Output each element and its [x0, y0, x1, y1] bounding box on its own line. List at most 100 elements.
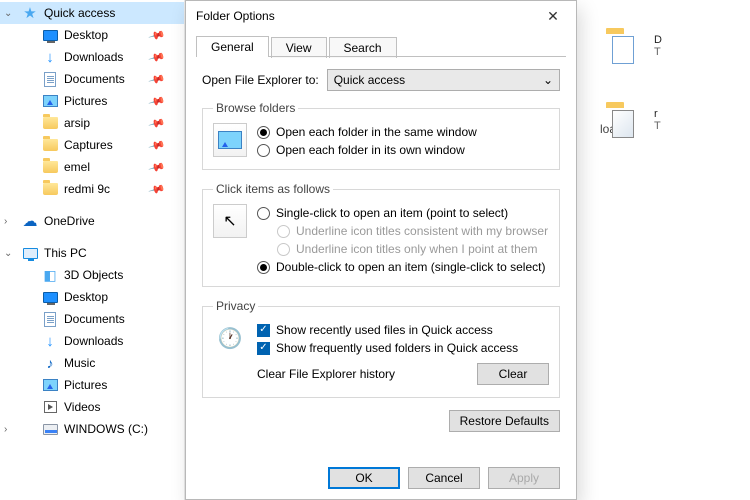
folder-card[interactable]: D T	[600, 26, 750, 82]
sidebar-label: Pictures	[64, 94, 107, 108]
ok-button[interactable]: OK	[328, 467, 400, 489]
sidebar-item-pictures-pc[interactable]: Pictures	[0, 374, 184, 396]
sidebar-item-captures[interactable]: Captures 📌	[0, 134, 184, 156]
click-icon: ↖	[213, 204, 247, 238]
radio-icon	[257, 261, 270, 274]
sidebar-label: Documents	[64, 312, 125, 326]
titlebar: Folder Options ✕	[186, 1, 576, 31]
three-d-icon: ◧	[42, 267, 58, 283]
chevron-down-icon: ⌄	[4, 248, 12, 259]
open-to-label: Open File Explorer to:	[202, 73, 319, 87]
sidebar-label: Videos	[64, 400, 100, 414]
pin-icon: 📌	[148, 26, 166, 44]
sidebar-label: Documents	[64, 72, 125, 86]
sidebar-label: Quick access	[44, 6, 115, 20]
close-icon: ✕	[547, 8, 559, 25]
chevron-down-icon: ⌄	[543, 73, 553, 87]
sidebar-item-documents-pc[interactable]: Documents	[0, 308, 184, 330]
check-recent-files[interactable]: Show recently used files in Quick access	[257, 321, 549, 339]
cancel-button[interactable]: Cancel	[408, 467, 480, 489]
cloud-icon: ☁	[22, 213, 38, 229]
privacy-legend: Privacy	[213, 299, 258, 313]
apply-button[interactable]: Apply	[488, 467, 560, 489]
close-button[interactable]: ✕	[532, 2, 574, 30]
sidebar-item-emel[interactable]: emel 📌	[0, 156, 184, 178]
sidebar-item-onedrive[interactable]: › ☁ OneDrive	[0, 210, 184, 232]
open-to-value: Quick access	[334, 73, 405, 87]
sidebar-label: emel	[64, 160, 90, 174]
sidebar-label: Desktop	[64, 28, 108, 42]
click-items-group: Click items as follows ↖ Single-click to…	[202, 182, 560, 287]
radio-single-click[interactable]: Single-click to open an item (point to s…	[257, 204, 549, 222]
pin-icon: 📌	[148, 180, 166, 198]
pin-icon: 📌	[148, 70, 166, 88]
sidebar-item-pictures[interactable]: Pictures 📌	[0, 90, 184, 112]
sidebar-item-drive-c[interactable]: › WINDOWS (C:)	[0, 418, 184, 440]
folder-options-dialog: Folder Options ✕ General View Search Ope…	[185, 0, 577, 500]
privacy-group: Privacy 🕐 Show recently used files in Qu…	[202, 299, 560, 398]
sidebar-item-music[interactable]: ♪ Music	[0, 352, 184, 374]
tab-search[interactable]: Search	[329, 37, 397, 58]
sidebar-item-desktop[interactable]: Desktop 📌	[0, 24, 184, 46]
chevron-right-icon: ›	[4, 424, 7, 435]
checkbox-icon	[257, 342, 270, 355]
folder-icon	[43, 139, 58, 151]
pin-icon: 📌	[148, 92, 166, 110]
click-legend: Click items as follows	[213, 182, 333, 196]
sidebar-label: Pictures	[64, 378, 107, 392]
radio-double-click[interactable]: Double-click to open an item (single-cli…	[257, 258, 549, 276]
sidebar-item-downloads-pc[interactable]: ↓ Downloads	[0, 330, 184, 352]
tab-view[interactable]: View	[271, 37, 327, 58]
pin-icon: 📌	[148, 114, 166, 132]
folder-icon	[43, 161, 58, 173]
radio-underline-browser: Underline icon titles consistent with my…	[257, 222, 549, 240]
music-icon: ♪	[42, 355, 58, 371]
radio-same-window[interactable]: Open each folder in the same window	[257, 123, 549, 141]
tabstrip: General View Search	[186, 31, 576, 57]
document-overlay-icon	[612, 36, 634, 64]
sidebar-item-arsip[interactable]: arsip 📌	[0, 112, 184, 134]
sidebar-item-desktop-pc[interactable]: Desktop	[0, 286, 184, 308]
sidebar-item-quick-access[interactable]: ⌄ ★ Quick access	[0, 2, 184, 24]
restore-defaults-button[interactable]: Restore Defaults	[449, 410, 560, 432]
folder-card[interactable]: r T	[600, 100, 750, 156]
documents-icon	[44, 312, 56, 327]
sidebar-item-documents[interactable]: Documents 📌	[0, 68, 184, 90]
pin-icon: 📌	[148, 136, 166, 154]
clear-button[interactable]: Clear	[477, 363, 549, 385]
sidebar-item-downloads[interactable]: ↓ Downloads 📌	[0, 46, 184, 68]
radio-underline-point: Underline icon titles only when I point …	[257, 240, 549, 258]
sidebar-item-this-pc[interactable]: ⌄ This PC	[0, 242, 184, 264]
pin-icon: 📌	[148, 48, 166, 66]
sidebar-label: Captures	[64, 138, 113, 152]
pictures-icon	[43, 379, 58, 391]
tab-general[interactable]: General	[196, 36, 269, 57]
browse-icon	[213, 123, 247, 157]
desktop-icon	[43, 292, 58, 303]
sidebar-label: arsip	[64, 116, 90, 130]
open-to-dropdown[interactable]: Quick access ⌄	[327, 69, 560, 91]
sidebar-item-3d-objects[interactable]: ◧ 3D Objects	[0, 264, 184, 286]
privacy-icon: 🕐	[213, 321, 247, 355]
folder-name: D	[654, 34, 662, 46]
dialog-title: Folder Options	[196, 9, 275, 23]
check-frequent-folders[interactable]: Show frequently used folders in Quick ac…	[257, 339, 549, 357]
sidebar-label: redmi 9c	[64, 182, 110, 196]
folder-subtext: T	[654, 46, 662, 58]
sidebar-item-videos[interactable]: Videos	[0, 396, 184, 418]
radio-icon	[257, 126, 270, 139]
sidebar-label: Desktop	[64, 290, 108, 304]
documents-icon	[44, 72, 56, 87]
app-overlay-icon	[612, 110, 634, 138]
navigation-tree: ⌄ ★ Quick access Desktop 📌 ↓ Downloads 📌…	[0, 0, 185, 500]
star-icon: ★	[22, 5, 38, 21]
drive-icon	[43, 424, 58, 435]
radio-own-window[interactable]: Open each folder in its own window	[257, 141, 549, 159]
general-panel: Open File Explorer to: Quick access ⌄ Br…	[186, 57, 576, 457]
sidebar-label: Music	[64, 356, 95, 370]
browse-folders-group: Browse folders Open each folder in the s…	[202, 101, 560, 170]
pictures-icon	[43, 95, 58, 107]
sidebar-label: 3D Objects	[64, 268, 123, 282]
sidebar-item-redmi9c[interactable]: redmi 9c 📌	[0, 178, 184, 200]
browse-legend: Browse folders	[213, 101, 298, 115]
